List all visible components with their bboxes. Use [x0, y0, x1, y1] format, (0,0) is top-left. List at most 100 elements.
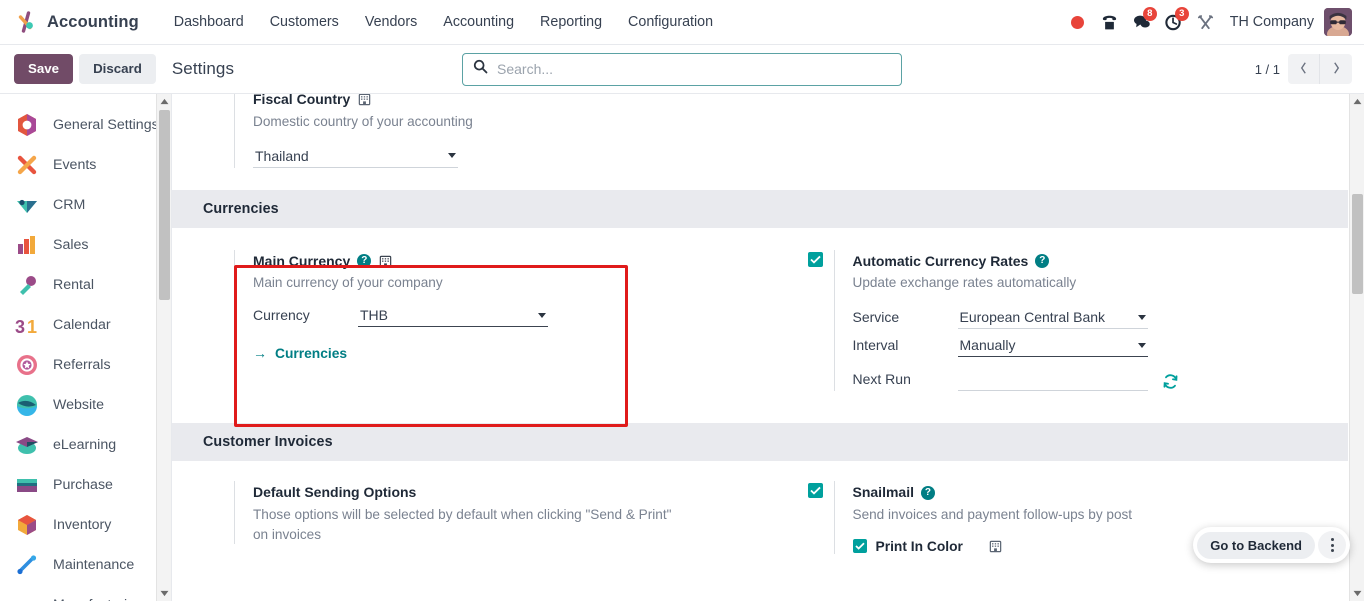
- automatic-currency-rates-checkbox[interactable]: [807, 251, 823, 267]
- nav-item-accounting[interactable]: Accounting: [430, 8, 527, 36]
- scroll-up-arrow-icon[interactable]: [1350, 94, 1364, 109]
- activities-badge: 3: [1174, 7, 1189, 21]
- search-input[interactable]: Search...: [462, 52, 902, 86]
- fiscal-country-title: Fiscal Country: [253, 94, 351, 107]
- phone-dialpad-icon[interactable]: [1094, 6, 1126, 38]
- search-placeholder: Search...: [497, 61, 554, 77]
- save-button[interactable]: Save: [14, 54, 74, 84]
- currency-field-label: Currency: [253, 307, 310, 324]
- company-building-icon[interactable]: [378, 254, 393, 269]
- sidebar-label: Inventory: [53, 517, 112, 533]
- fiscal-country-title-row: Fiscal Country: [253, 94, 664, 109]
- nav-item-vendors[interactable]: Vendors: [352, 8, 430, 36]
- sidebar-item-elearning[interactable]: eLearning: [0, 425, 171, 465]
- referrals-icon: [14, 352, 40, 378]
- interval-field-label: Interval: [852, 337, 899, 354]
- currencies-link[interactable]: → Currencies: [253, 345, 634, 361]
- rental-icon: [14, 272, 40, 298]
- nav-item-dashboard[interactable]: Dashboard: [161, 8, 257, 36]
- snailmail-checkbox[interactable]: [807, 483, 823, 499]
- sidebar-scrollbar[interactable]: [156, 94, 171, 601]
- interval-select[interactable]: Manually: [957, 337, 1148, 358]
- scroll-down-arrow-icon[interactable]: [157, 586, 171, 601]
- elearning-icon: [14, 432, 40, 458]
- print-in-color-checkbox[interactable]: [852, 539, 867, 554]
- sidebar-item-maintenance[interactable]: Maintenance: [0, 545, 171, 585]
- main-currency-title-row: Main Currency ?: [253, 252, 634, 271]
- sidebar-label: Events: [53, 157, 97, 173]
- sidebar-item-calendar[interactable]: 3 1 Calendar: [0, 305, 171, 345]
- sidebar-item-purchase[interactable]: Purchase: [0, 465, 171, 505]
- help-icon[interactable]: ?: [920, 485, 935, 500]
- activities-icon[interactable]: 3: [1158, 6, 1190, 38]
- pager-previous-button[interactable]: [1288, 54, 1320, 84]
- chevron-down-icon: [538, 312, 546, 318]
- sidebar-label: CRM: [53, 197, 86, 213]
- nav-item-customers[interactable]: Customers: [257, 8, 352, 36]
- currency-value: THB: [360, 307, 388, 324]
- brand-name: Accounting: [47, 12, 139, 31]
- go-to-backend-button[interactable]: Go to Backend: [1197, 531, 1315, 559]
- section-header-currencies: Currencies: [172, 189, 1348, 228]
- fiscal-country-value: Thailand: [255, 147, 309, 164]
- avatar[interactable]: [1324, 8, 1352, 36]
- sidebar-list: General Settings Events CRM Sales Rental…: [0, 94, 171, 601]
- currency-field-row: Currency THB: [253, 307, 634, 328]
- systray: 8 3 TH Company: [1062, 6, 1352, 38]
- company-building-icon[interactable]: [988, 539, 1003, 554]
- sidebar-item-sales[interactable]: Sales: [0, 225, 171, 265]
- calendar-icon: 3 1: [14, 312, 40, 338]
- breadcrumb: Settings: [171, 59, 235, 78]
- scroll-up-arrow-icon[interactable]: [157, 94, 171, 109]
- next-run-field-row: Next Run: [853, 369, 1254, 392]
- sidebar-item-referrals[interactable]: Referrals: [0, 345, 171, 385]
- section-title: Customer Invoices: [203, 434, 333, 451]
- customer-invoices-settings-grid: Default Sending Options Those options wi…: [172, 461, 1349, 554]
- control-panel: Save Discard Settings Search... 1 / 1: [0, 45, 1364, 94]
- help-icon[interactable]: ?: [1035, 254, 1050, 269]
- content-scrollbar[interactable]: [1349, 94, 1364, 601]
- automatic-rates-title-row: Automatic Currency Rates ?: [853, 252, 1254, 271]
- sidebar-item-website[interactable]: Website: [0, 385, 171, 425]
- company-switcher[interactable]: TH Company: [1222, 14, 1324, 30]
- tools-icon[interactable]: [1190, 6, 1222, 38]
- help-icon[interactable]: ?: [357, 254, 372, 269]
- service-field-row: Service European Central Bank: [853, 309, 1254, 330]
- fiscal-country-description: Domestic country of your accounting: [253, 113, 473, 129]
- brand-home-link[interactable]: Accounting: [14, 10, 139, 34]
- nav-item-configuration[interactable]: Configuration: [615, 8, 726, 36]
- sidebar-label: Manufacturing: [53, 597, 143, 601]
- content-scrollbar-thumb[interactable]: [1352, 194, 1363, 294]
- refresh-icon[interactable]: [1162, 373, 1179, 391]
- odoo-accounting-logo-icon: [14, 10, 38, 34]
- arrow-right-icon: →: [253, 345, 267, 362]
- sidebar-item-rental[interactable]: Rental: [0, 265, 171, 305]
- settings-content: Fiscal Country Domestic country of your …: [172, 94, 1364, 601]
- sidebar-item-manufacturing[interactable]: Manufacturing: [0, 585, 171, 601]
- main-currency-title: Main Currency: [253, 252, 351, 269]
- messages-icon[interactable]: 8: [1126, 6, 1158, 38]
- record-dot-icon[interactable]: [1062, 6, 1094, 38]
- sidebar-item-events[interactable]: Events: [0, 145, 171, 185]
- sidebar-item-crm[interactable]: CRM: [0, 185, 171, 225]
- company-building-icon[interactable]: [357, 94, 372, 107]
- service-value: European Central Bank: [959, 309, 1106, 326]
- scroll-down-arrow-icon[interactable]: [1350, 586, 1364, 601]
- sidebar-item-general-settings[interactable]: General Settings: [0, 105, 171, 145]
- next-run-input[interactable]: [957, 369, 1148, 392]
- pager-next-button[interactable]: [1320, 54, 1352, 84]
- discard-button[interactable]: Discard: [79, 54, 156, 84]
- purchase-icon: [14, 472, 40, 498]
- sidebar-scrollbar-thumb[interactable]: [159, 110, 170, 300]
- chevron-down-icon: [1137, 314, 1146, 320]
- sidebar-item-inventory[interactable]: Inventory: [0, 505, 171, 545]
- nav-item-reporting[interactable]: Reporting: [527, 8, 615, 36]
- service-select[interactable]: European Central Bank: [957, 309, 1148, 330]
- default-sending-title: Default Sending Options: [253, 484, 417, 501]
- currency-select[interactable]: THB: [358, 307, 548, 328]
- interval-value: Manually: [959, 337, 1016, 354]
- setting-default-sending-options: Default Sending Options Those options wi…: [234, 481, 761, 545]
- fiscal-country-select[interactable]: Thailand: [253, 148, 458, 168]
- snailmail-title-row: Snailmail ?: [853, 483, 1254, 502]
- vertical-dots-icon[interactable]: [1318, 531, 1346, 559]
